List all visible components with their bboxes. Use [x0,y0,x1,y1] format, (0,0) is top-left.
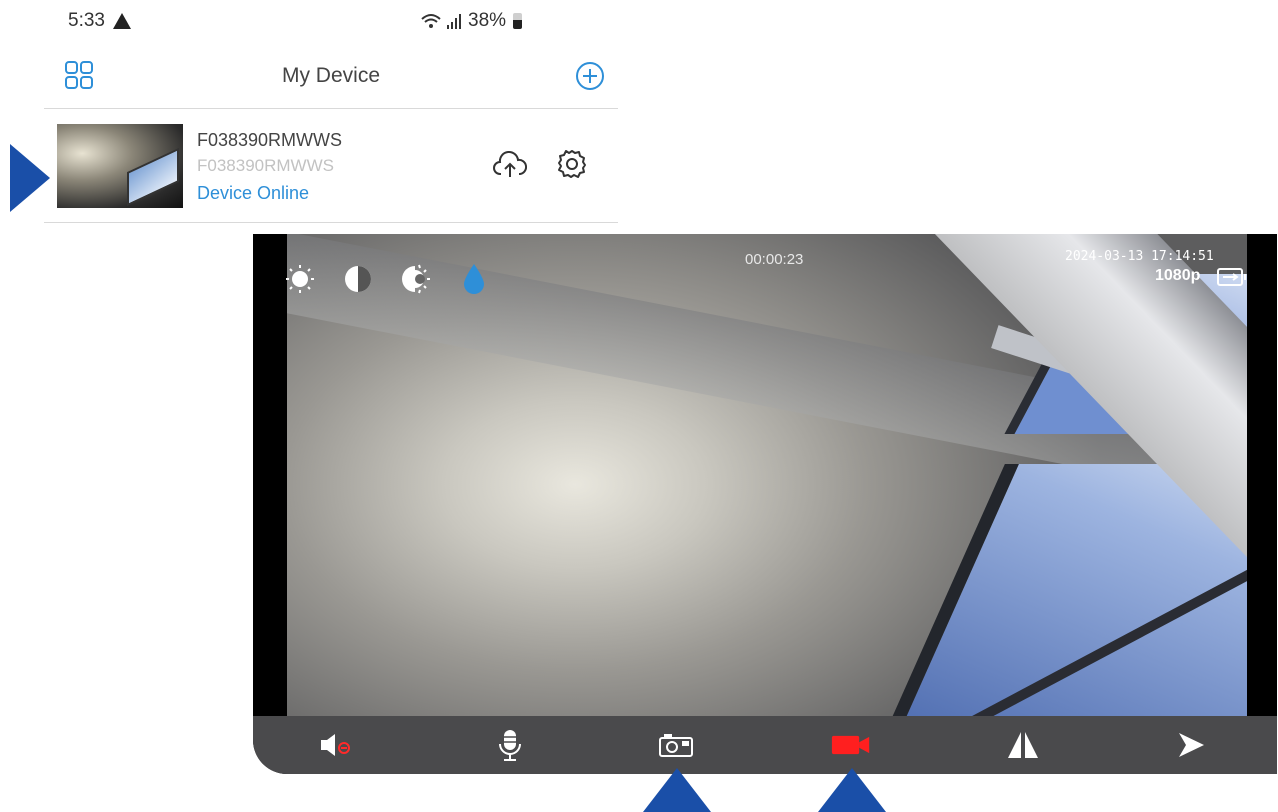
settings-gear-icon[interactable] [556,148,588,180]
flip-icon[interactable] [1003,726,1043,764]
ptz-arrow-icon[interactable] [1171,726,1211,764]
battery-percent: 38% [468,10,507,31]
wifi-icon [421,14,441,28]
snapshot-camera-icon[interactable] [656,726,696,764]
recording-timer: 00:00:23 [745,251,804,268]
cloud-upload-icon[interactable] [493,150,527,180]
record-video-icon[interactable] [831,726,871,764]
status-bar: 5:33 38% [68,10,628,36]
device-thumbnail[interactable] [57,124,183,208]
device-id: F038390RMWWS [197,156,334,175]
microphone-icon[interactable] [490,726,530,764]
status-time-group: 5:33 [68,10,131,32]
device-list-item[interactable]: F038390RMWWS F038390RMWWS Device Online [44,110,618,223]
contrast-icon[interactable] [341,262,375,296]
hue-icon[interactable] [457,262,491,296]
saturation-icon[interactable] [399,262,433,296]
page-title: My Device [281,64,381,87]
battery-icon [513,13,523,29]
image-adjust-toolbar [283,262,491,296]
live-video-viewer: 00:00:23 2024-03-13 17:14:51 1080p [253,234,1277,774]
device-name: F038390RMWWS [197,130,343,150]
warning-icon [112,13,131,29]
pointer-arrow-snapshot [643,768,711,812]
app-header: My Device [44,50,618,109]
device-status: Device Online [197,183,310,203]
signal-icon [447,14,461,29]
add-device-icon[interactable] [575,61,605,91]
resolution-toggle[interactable]: 1080p [1155,267,1200,285]
pointer-arrow-device [10,144,50,212]
live-video-feed[interactable] [287,234,1247,716]
video-control-bar [253,716,1277,774]
brightness-icon[interactable] [283,262,317,296]
speaker-muted-icon[interactable] [315,726,355,764]
status-time: 5:33 [68,10,105,31]
pointer-arrow-record [818,768,886,812]
video-timestamp: 2024-03-13 17:14:51 [1065,249,1214,264]
fullscreen-icon[interactable] [1217,268,1247,286]
status-indicators: 38% [420,10,523,32]
